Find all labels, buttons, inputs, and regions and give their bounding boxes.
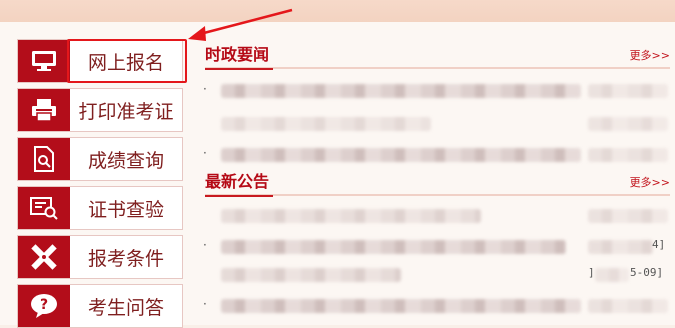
blurred-text	[221, 299, 581, 313]
list-item[interactable]: ·	[203, 80, 673, 102]
list-item[interactable]	[203, 205, 673, 227]
certificate-search-icon	[18, 187, 70, 229]
sidebar-item-certificate-verify[interactable]: 证书查验	[17, 186, 183, 230]
bullet-dot: ·	[203, 82, 207, 96]
sidebar-item-candidate-qa[interactable]: ? 考生问答	[17, 284, 183, 328]
section-title: 最新公告	[205, 168, 274, 197]
more-link[interactable]: 更多>>	[630, 47, 670, 63]
blurred-text	[221, 117, 431, 131]
blurred-date	[595, 268, 629, 282]
section-title: 时政要闻	[205, 41, 274, 70]
pencil-ruler-icon	[18, 236, 70, 278]
sidebar-item-label: 报考条件	[87, 247, 164, 270]
more-link[interactable]: 更多>>	[630, 174, 670, 190]
list-item[interactable]: · 4]	[203, 236, 673, 258]
monitor-icon	[18, 40, 70, 82]
date-fragment: ]	[588, 266, 595, 279]
blurred-date	[588, 209, 668, 223]
blurred-text	[221, 84, 581, 98]
sidebar-item-label: 证书查验	[87, 198, 164, 221]
blurred-text	[221, 240, 566, 254]
sidebar-item-exam-requirements[interactable]: 报考条件	[17, 235, 183, 279]
list-item[interactable]: ·	[203, 295, 673, 317]
blurred-text	[221, 209, 481, 223]
blurred-date	[588, 148, 668, 162]
blurred-date	[588, 117, 668, 131]
question-bubble-icon: ?	[18, 285, 70, 327]
list-item[interactable]	[203, 113, 673, 135]
sidebar-item-print-admission-ticket[interactable]: 打印准考证	[17, 88, 183, 132]
list-item[interactable]: ·	[203, 144, 673, 166]
bullet-dot: ·	[203, 238, 207, 252]
section-header-latest-announcements: 最新公告 更多>>	[205, 168, 670, 197]
blurred-date	[588, 299, 668, 313]
blurred-text	[221, 268, 401, 282]
blurred-text	[221, 148, 581, 162]
sidebar-item-label: 打印准考证	[78, 100, 174, 123]
blurred-date	[588, 84, 668, 98]
blurred-date	[588, 240, 653, 254]
bullet-dot: ·	[203, 146, 207, 160]
document-search-icon	[18, 138, 70, 180]
sidebar-item-label: 考生问答	[87, 296, 164, 319]
date-fragment: 5-09]	[630, 266, 664, 279]
date-fragment: 4]	[652, 238, 666, 251]
sidebar-item-score-query[interactable]: 成绩查询	[17, 137, 183, 181]
list-item[interactable]: ] 5-09]	[203, 264, 673, 286]
printer-icon	[18, 89, 70, 131]
sidebar-item-label: 成绩查询	[87, 149, 164, 172]
svg-text:?: ?	[40, 297, 48, 313]
bullet-dot: ·	[203, 297, 207, 311]
highlight-annotation-box	[67, 39, 187, 83]
section-header-politics-news: 时政要闻 更多>>	[205, 41, 670, 70]
top-banner-strip	[0, 0, 675, 22]
